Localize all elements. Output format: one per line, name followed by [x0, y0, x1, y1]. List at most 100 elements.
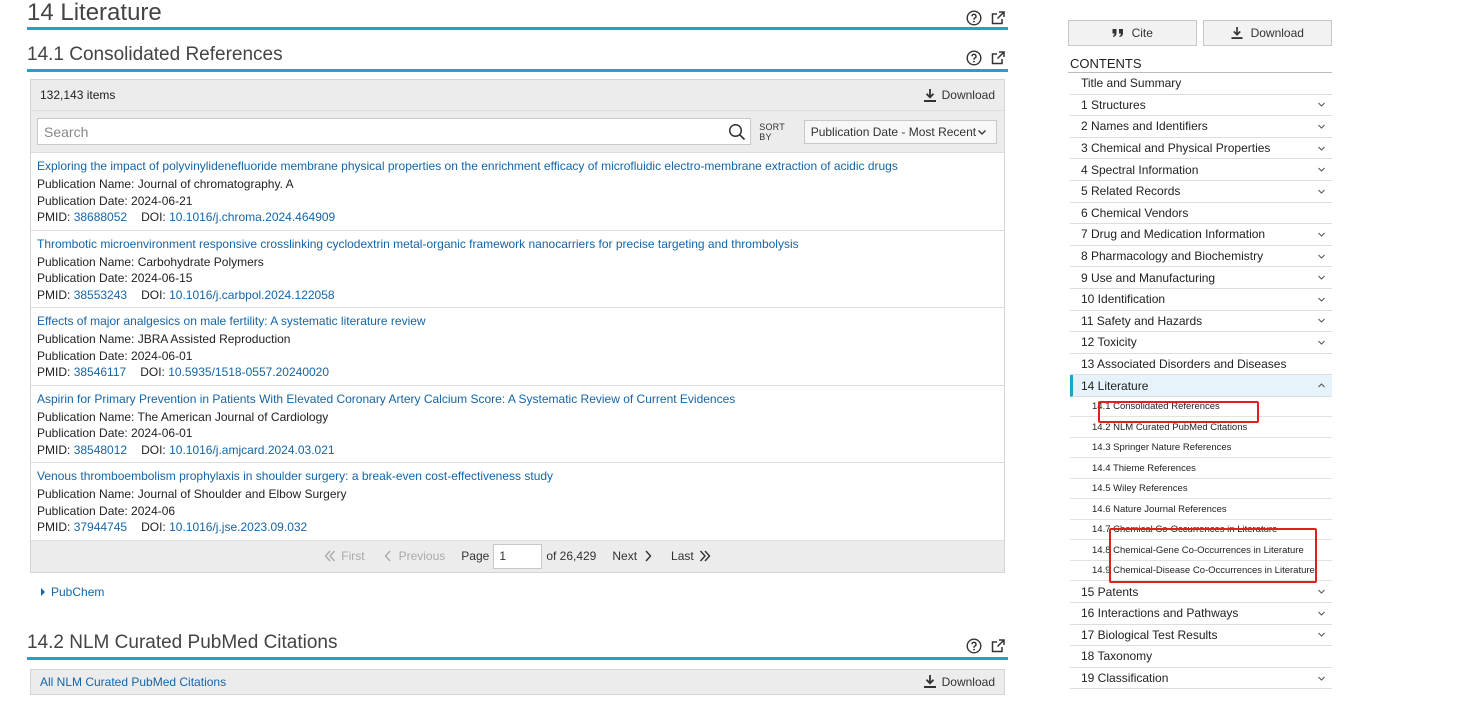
toc-item-15-patents[interactable]: 15 Patents: [1070, 581, 1332, 603]
toc-item-14-4-thieme-references[interactable]: 14.4 Thieme References: [1070, 458, 1332, 479]
doi-link[interactable]: 10.1016/j.jse.2023.09.032: [169, 520, 307, 534]
toc-item-10-identification[interactable]: 10 Identification: [1070, 289, 1332, 311]
reference-ids: PMID: 38548012 DOI: 10.1016/j.amjcard.202…: [37, 442, 998, 459]
chevron-up-icon: [1318, 383, 1325, 388]
pmid-link[interactable]: 38553243: [74, 288, 127, 302]
chevron-down-icon: [1318, 318, 1325, 324]
previous-page-button[interactable]: Previous: [381, 549, 445, 563]
toc-item-14-literature[interactable]: 14 Literature: [1070, 375, 1332, 397]
next-page-button[interactable]: Next: [612, 549, 655, 563]
download-label: Download: [941, 674, 995, 689]
highlight-box: [1098, 401, 1259, 423]
download-icon: [1231, 27, 1243, 39]
download-label: Download: [941, 88, 995, 102]
toc-item-14-3-springer-nature-references[interactable]: 14.3 Springer Nature References: [1070, 438, 1332, 459]
pmid-link[interactable]: 37944745: [74, 520, 127, 534]
toc-item-label: Title and Summary: [1081, 76, 1182, 91]
help-icon[interactable]: [966, 10, 982, 26]
pmid-label: PMID:: [37, 442, 71, 457]
section-header-icons: [966, 10, 1008, 26]
toc-item-14-6-nature-journal-references[interactable]: 14.6 Nature Journal References: [1070, 499, 1332, 520]
page-total: of 26,429: [546, 549, 597, 563]
first-page-button[interactable]: First: [323, 549, 365, 563]
toc-item-label: 11 Safety and Hazards: [1081, 313, 1203, 328]
external-link-icon[interactable]: [990, 638, 1006, 654]
toc-item-title-and-summary[interactable]: Title and Summary: [1070, 73, 1332, 95]
toc-item-5-related-records[interactable]: 5 Related Records: [1070, 181, 1332, 203]
reference-ids: PMID: 38546117 DOI: 10.5935/1518-0557.202…: [37, 364, 998, 381]
toc-item-12-toxicity[interactable]: 12 Toxicity: [1070, 332, 1332, 354]
doi-label: DOI:: [141, 442, 166, 457]
external-link-icon[interactable]: [990, 10, 1006, 26]
doi-link[interactable]: 10.1016/j.amjcard.2024.03.021: [169, 443, 334, 457]
page-number-input[interactable]: [493, 543, 543, 569]
page-input-group: Page of 26,429: [461, 543, 597, 569]
reference-title-link[interactable]: Thrombotic microenvironment responsive c…: [37, 236, 998, 254]
all-nlm-citations-link[interactable]: All NLM Curated PubMed Citations: [40, 675, 226, 689]
cite-button[interactable]: Cite: [1068, 20, 1197, 46]
toc-item-2-names-and-identifiers[interactable]: 2 Names and Identifiers: [1070, 116, 1332, 138]
help-icon[interactable]: [966, 50, 982, 66]
toc-item-4-spectral-information[interactable]: 4 Spectral Information: [1070, 159, 1332, 181]
reference-item: Thrombotic microenvironment responsive c…: [31, 229, 1004, 308]
pmid-link[interactable]: 38548012: [74, 443, 127, 457]
references-panel: 132,143 items Download Search SORT BY Pu…: [30, 79, 1005, 573]
subsection-header-icons: [966, 637, 1008, 654]
source-link-pubchem[interactable]: PubChem: [41, 585, 1008, 599]
toc-item-9-use-and-manufacturing[interactable]: 9 Use and Manufacturing: [1070, 267, 1332, 289]
sort-label: SORT BY: [759, 121, 785, 142]
toc-item-7-drug-and-medication-information[interactable]: 7 Drug and Medication Information: [1070, 224, 1332, 246]
chevron-down-icon: [1318, 124, 1325, 129]
download-icon: [923, 675, 936, 688]
help-icon[interactable]: [966, 637, 982, 654]
toc-item-label: 9 Use and Manufacturing: [1081, 270, 1216, 285]
reference-title-link[interactable]: Effects of major analgesics on male fert…: [37, 313, 998, 331]
reference-title-link[interactable]: Aspirin for Primary Prevention in Patien…: [37, 391, 998, 409]
toc-item-label: 7 Drug and Medication Information: [1081, 227, 1266, 242]
search-input[interactable]: Search: [37, 118, 752, 145]
toc-item-17-biological-test-results[interactable]: 17 Biological Test Results: [1070, 625, 1332, 647]
reference-title-link[interactable]: Venous thromboembolism prophylaxis in sh…: [37, 468, 998, 486]
download-button[interactable]: Download: [1202, 20, 1332, 46]
page-label: Page: [461, 549, 490, 563]
toc-item-18-taxonomy[interactable]: 18 Taxonomy: [1070, 646, 1332, 668]
chevron-down-icon: [1318, 167, 1325, 172]
toc-item-11-safety-and-hazards[interactable]: 11 Safety and Hazards: [1070, 311, 1332, 333]
pmid-label: PMID:: [37, 520, 71, 534]
download-icon: [923, 88, 936, 102]
doi-link[interactable]: 10.1016/j.chroma.2024.464909: [169, 210, 335, 224]
download-button[interactable]: Download: [923, 88, 995, 102]
publication-date: Publication Date: 2024-06-21: [37, 193, 193, 208]
doi-link[interactable]: 10.5935/1518-0557.20240020: [168, 365, 329, 379]
doi-link[interactable]: 10.1016/j.carbpol.2024.122058: [169, 288, 334, 302]
toc-item-8-pharmacology-and-biochemistry[interactable]: 8 Pharmacology and Biochemistry: [1070, 246, 1332, 268]
toc-item-1-structures[interactable]: 1 Structures: [1070, 95, 1332, 117]
last-page-button[interactable]: Last: [671, 549, 712, 563]
reference-item: Exploring the impact of polyvinylidenefl…: [31, 152, 1004, 230]
chevron-down-icon: [1318, 189, 1325, 194]
reference-title-link[interactable]: Exploring the impact of polyvinylidenefl…: [37, 158, 998, 176]
highlight-box: [1109, 528, 1317, 583]
toc-item-label: 12 Toxicity: [1081, 335, 1137, 350]
toc-item-label: 14.4 Thieme References: [1092, 462, 1196, 474]
toc-item-19-classification[interactable]: 19 Classification: [1070, 668, 1332, 690]
references-toolbar: 132,143 items Download: [31, 80, 1004, 110]
toc-item-label: 19 Classification: [1081, 671, 1169, 686]
toc-item-3-chemical-and-physical-properties[interactable]: 3 Chemical and Physical Properties: [1070, 138, 1332, 160]
search-icon[interactable]: [728, 123, 746, 141]
external-link-icon[interactable]: [990, 50, 1006, 66]
download-button[interactable]: Download: [923, 674, 995, 689]
sort-select[interactable]: Publication Date - Most Recent: [803, 119, 997, 144]
reference-item: Effects of major analgesics on male fert…: [31, 307, 1004, 385]
sort-value: Publication Date - Most Recent: [810, 124, 977, 139]
toc-item-6-chemical-vendors[interactable]: 6 Chemical Vendors: [1070, 203, 1332, 225]
reference-list: Exploring the impact of polyvinylidenefl…: [31, 152, 1004, 540]
subsection-title-nlm: 14.2 NLM Curated PubMed Citations: [27, 631, 338, 653]
toc-item-13-associated-disorders-and-diseases[interactable]: 13 Associated Disorders and Diseases: [1070, 354, 1332, 376]
pmid-link[interactable]: 38688052: [74, 210, 127, 224]
toc-item-14-5-wiley-references[interactable]: 14.5 Wiley References: [1070, 479, 1332, 500]
pmid-link[interactable]: 38546117: [74, 365, 127, 379]
toc-item-16-interactions-and-pathways[interactable]: 16 Interactions and Pathways: [1070, 603, 1332, 625]
item-count: 132,143 items: [40, 88, 116, 102]
pmid-label: PMID:: [37, 287, 71, 302]
